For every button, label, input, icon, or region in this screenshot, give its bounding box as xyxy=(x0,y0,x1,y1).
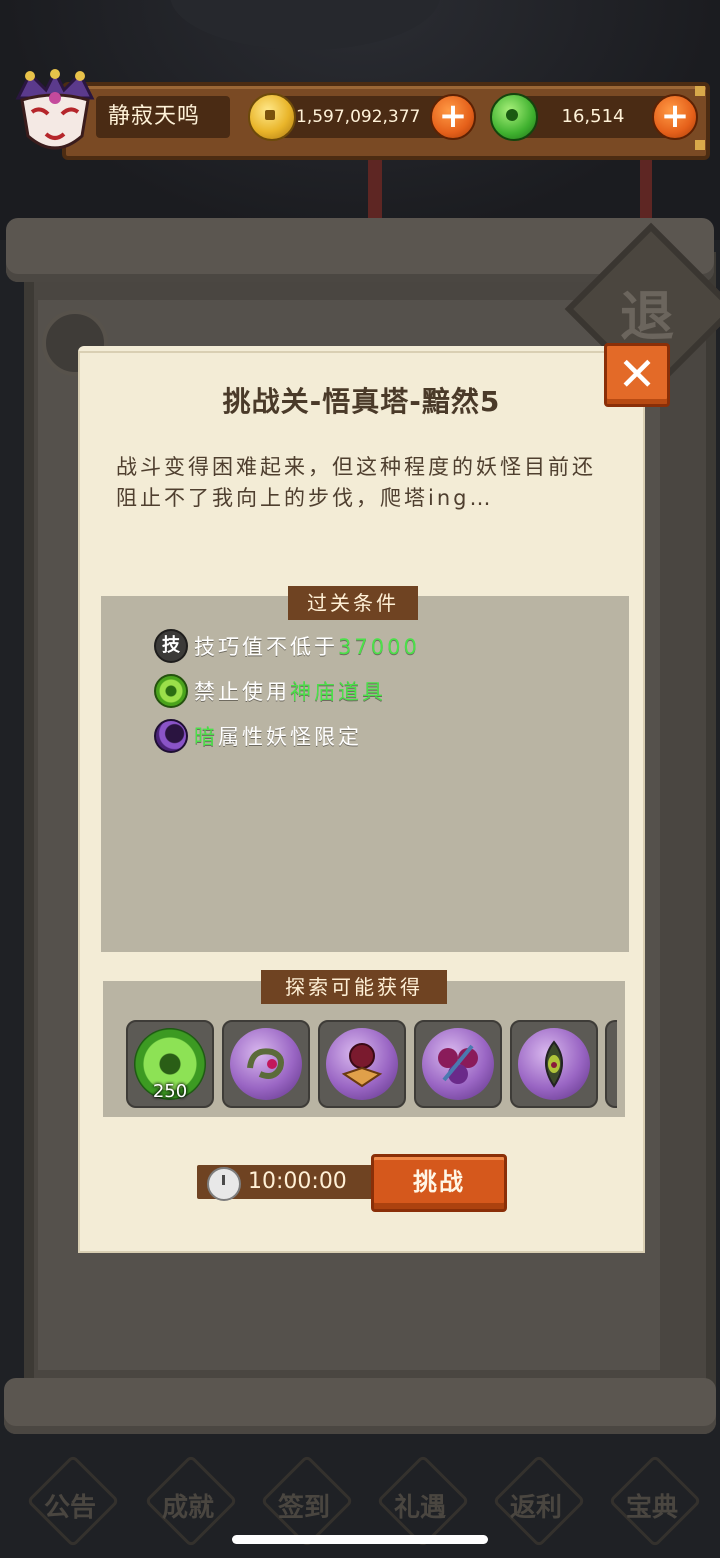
challenge-button-label: 挑战 xyxy=(413,1168,465,1196)
reward-slot[interactable]: 250 xyxy=(126,1020,214,1108)
condition-text: 禁止使用神庙道具 xyxy=(194,680,386,704)
condition-highlight: 神庙道具 xyxy=(290,680,386,704)
dark-moon-icon xyxy=(154,719,188,753)
dialog-title: 挑战关-悟真塔-黯然5 xyxy=(222,385,501,418)
reward-slot[interactable] xyxy=(222,1020,310,1108)
skill-badge-icon: 技 xyxy=(154,629,188,663)
jade-amount: 16,514 xyxy=(561,106,625,127)
nav-item-announcement[interactable]: 公告 xyxy=(22,1454,120,1556)
home-indicator[interactable] xyxy=(232,1535,488,1544)
purple-orb-mandala-icon xyxy=(422,1028,494,1100)
hud-corner-rivet xyxy=(695,86,705,96)
condition-row: 暗属性妖怪限定 xyxy=(154,718,362,754)
jade-coin-icon xyxy=(490,93,538,141)
reward-count: 250 xyxy=(152,1081,188,1102)
gold-amount: 1,597,092,377 xyxy=(296,107,421,127)
background-scroll-rod-bottom xyxy=(4,1378,716,1434)
player-avatar[interactable] xyxy=(10,68,100,160)
timer-value: 10:00:00 xyxy=(248,1169,347,1194)
rewards-header: 探索可能获得 xyxy=(261,970,447,1004)
add-gold-button[interactable]: + xyxy=(430,94,476,140)
reward-slot-partial[interactable] xyxy=(605,1020,617,1108)
purple-orb-mask-icon xyxy=(326,1028,398,1100)
add-jade-button[interactable]: + xyxy=(652,94,698,140)
condition-text: 暗属性妖怪限定 xyxy=(194,725,362,749)
nav-item-achievement[interactable]: 成就 xyxy=(140,1454,238,1556)
gold-coin-icon xyxy=(248,93,296,141)
dialog-description: 战斗变得困难起来，但这种程度的妖怪目前还阻止不了我向上的步伐，爬塔ing… xyxy=(116,455,596,510)
nav-item-guide[interactable]: 宝典 xyxy=(604,1454,702,1556)
player-name: 静寂天鸣 xyxy=(108,104,201,129)
exit-label: 退 xyxy=(620,284,674,348)
reward-slot[interactable] xyxy=(510,1020,598,1108)
condition-row: 禁止使用神庙道具 xyxy=(154,673,386,709)
condition-row: 技 技巧值不低于37000 xyxy=(154,628,420,664)
reward-slot[interactable] xyxy=(318,1020,406,1108)
nav-item-rebate[interactable]: 返利 xyxy=(488,1454,586,1556)
conditions-header: 过关条件 xyxy=(288,586,418,620)
reward-slot[interactable] xyxy=(414,1020,502,1108)
hud-corner-rivet xyxy=(695,140,705,150)
challenge-button[interactable]: 挑战 xyxy=(371,1154,507,1212)
purple-orb-serpent-icon xyxy=(230,1028,302,1100)
purple-orb-feather-icon xyxy=(518,1028,590,1100)
green-spiral-icon xyxy=(154,674,188,708)
condition-highlight: 37000 xyxy=(338,635,420,659)
condition-text: 技巧值不低于37000 xyxy=(194,635,420,659)
condition-highlight: 暗 xyxy=(194,725,218,749)
stopwatch-icon xyxy=(207,1167,241,1201)
